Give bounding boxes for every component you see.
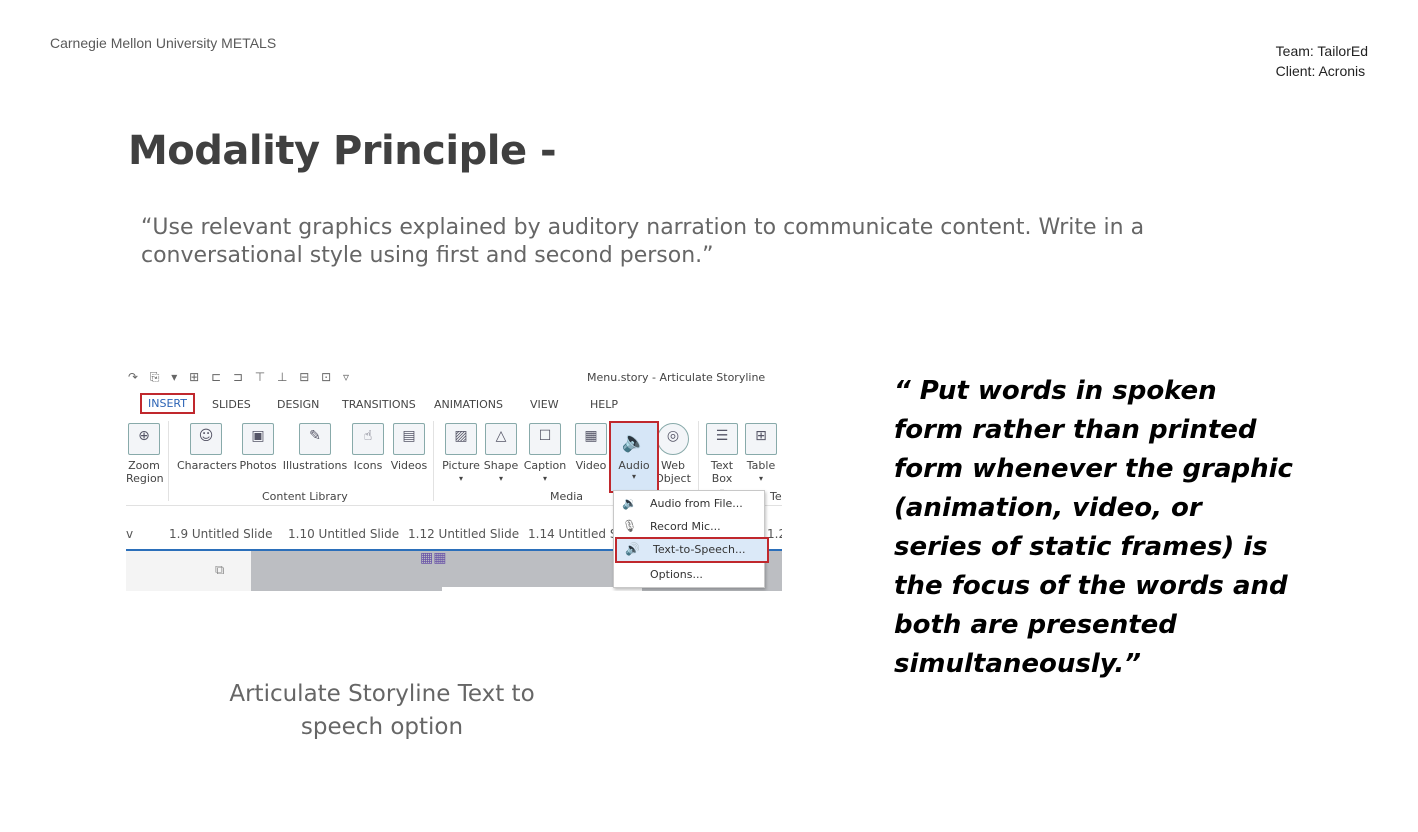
icons-button[interactable]: ☝ Icons (351, 423, 385, 472)
client-name: Client: Acronis (1275, 63, 1366, 79)
photos-button[interactable]: ▣ Photos (238, 423, 278, 472)
tab-help[interactable]: HELP (590, 398, 618, 411)
caption-dropdown-icon: ▾ (542, 474, 547, 483)
team-info: Team: TailorEd Client: Acronis (1276, 41, 1368, 81)
tab-transitions[interactable]: TRANSITIONS (342, 398, 416, 411)
text-to-speech-label: Text-to-Speech... (653, 543, 746, 556)
microphone-icon: 🎙 (622, 519, 638, 533)
tab-view[interactable]: VIEW (530, 398, 559, 411)
slide-tab[interactable]: 1.12 Untitled Slide (408, 527, 519, 541)
speaker-icon: 🔈 (621, 429, 647, 453)
quick-access-icons: ↷ ⎘ ▾ ⊞ ⊏ ⊐ ⊤ ⊥ ⊟ ⊡ ▿ (128, 370, 354, 384)
film-icon: ▦ (575, 423, 607, 455)
picture-label: Picture (442, 459, 480, 472)
shape-icon: △ (485, 423, 517, 455)
audio-from-file-label: Audio from File... (650, 497, 743, 510)
storyline-screenshot: ↷ ⎘ ▾ ⊞ ⊏ ⊐ ⊤ ⊥ ⊟ ⊡ ▿ Menu.story - Artic… (126, 367, 782, 591)
web-object-button[interactable]: ◎ Web Object (653, 423, 693, 485)
slide-tab[interactable]: 1.9 Untitled Slide (169, 527, 272, 541)
illustration-icon: ✎ (299, 423, 331, 455)
media-group-label: Media (550, 490, 584, 503)
caption-icon: ☐ (529, 423, 561, 455)
restore-icon[interactable]: ⧉ (215, 563, 224, 578)
zoom-region-button[interactable]: ⊕ Zoom Region (126, 423, 164, 485)
photos-label: Photos (239, 459, 277, 472)
principle-quote: “Use relevant graphics explained by audi… (141, 215, 1145, 268)
zoom-icon: ⊕ (128, 423, 160, 455)
record-mic-item[interactable]: 🎙 Record Mic... (614, 516, 764, 538)
table-dropdown-icon: ▾ (758, 474, 763, 483)
slide-tab[interactable]: 1.10 Untitled Slide (288, 527, 399, 541)
audio-from-file-item[interactable]: 🔉 Audio from File... (614, 493, 764, 515)
table-label: Table (746, 459, 776, 472)
picture-button[interactable]: ▨ Picture ▾ (441, 423, 481, 485)
text-box-icon: ☰ (706, 423, 738, 455)
characters-label: Characters (177, 459, 238, 472)
illustrations-button[interactable]: ✎ Illustrations (281, 423, 349, 472)
audio-dropdown-icon: ▾ (631, 472, 636, 481)
ribbon-tabs: INSERT SLIDES DESIGN TRANSITIONS ANIMATI… (126, 393, 782, 415)
characters-button[interactable]: ☺ Characters (177, 423, 238, 472)
screenshot-caption: Articulate Storyline Text to speech opti… (229, 681, 535, 740)
window-title: Menu.story - Articulate Storyline (587, 371, 766, 384)
text-box-button[interactable]: ☰ Text Box ▾ (704, 423, 740, 498)
videos-button[interactable]: ▤ Videos (389, 423, 429, 472)
ribbon-separator (168, 421, 169, 501)
table-icon: ⊞ (745, 423, 777, 455)
audio-button[interactable]: 🔈 Audio ▾ (609, 421, 659, 493)
options-item[interactable]: Options... (614, 564, 764, 586)
picture-dropdown-icon: ▾ (458, 474, 463, 483)
audio-label: Audio (618, 459, 650, 472)
video-label: Video (575, 459, 607, 472)
zoom-region-label: Zoom Region (126, 459, 164, 485)
slide-tab[interactable]: 1.14 Untitled S (528, 527, 617, 541)
content-library-label: Content Library (262, 490, 348, 503)
slide-tab[interactable]: v (126, 527, 133, 541)
team-name: Team: TailorEd (1275, 43, 1368, 59)
video-library-icon: ▤ (393, 423, 425, 455)
audio-menu: 🔉 Audio from File... 🎙 Record Mic... 🔊 T… (613, 490, 769, 588)
record-mic-label: Record Mic... (650, 520, 721, 533)
icons-label: Icons (353, 459, 383, 472)
slide-tab[interactable]: 1.2 (767, 527, 782, 541)
illustrations-label: Illustrations (282, 459, 348, 472)
videos-label: Videos (390, 459, 428, 472)
shape-label: Shape (483, 459, 519, 472)
options-label: Options... (650, 568, 703, 581)
canvas-edge (442, 587, 642, 591)
picture-icon: ▨ (445, 423, 477, 455)
tab-insert[interactable]: INSERT (140, 393, 195, 414)
panel-left (126, 551, 251, 591)
caption-button[interactable]: ☐ Caption ▾ (522, 423, 568, 485)
caption-label: Caption (523, 459, 567, 472)
ribbon-separator (698, 421, 699, 501)
text-box-label: Text Box (710, 459, 734, 485)
ribbon-separator (433, 421, 434, 501)
web-object-label: Web Object (655, 459, 691, 485)
quick-access-toolbar: ↷ ⎘ ▾ ⊞ ⊏ ⊐ ⊤ ⊥ ⊟ ⊡ ▿ Menu.story - Artic… (126, 367, 782, 389)
tab-design[interactable]: DESIGN (277, 398, 319, 411)
text-to-speech-icon: 🔊 (625, 542, 640, 556)
shape-button[interactable]: △ Shape ▾ (483, 423, 519, 485)
globe-icon: ◎ (657, 423, 689, 455)
text-to-speech-item[interactable]: 🔊 Text-to-Speech... (615, 537, 769, 563)
tab-slides[interactable]: SLIDES (212, 398, 251, 411)
table-button[interactable]: ⊞ Table ▾ (744, 423, 778, 485)
shape-dropdown-icon: ▾ (498, 474, 503, 483)
modality-quote: “ Put words in spoken form rather than p… (894, 376, 1293, 679)
character-icon: ☺ (190, 423, 222, 455)
org-name: Carnegie Mellon University METALS (50, 35, 277, 51)
text-group-label: Te (770, 490, 782, 503)
hand-icon: ☝ (352, 423, 384, 455)
audio-file-icon: 🔉 (622, 496, 637, 510)
photo-icon: ▣ (242, 423, 274, 455)
slide-title: Modality Principle - (128, 128, 557, 174)
grid-icon[interactable]: ▦▦ (420, 550, 446, 566)
video-button[interactable]: ▦ Video (574, 423, 608, 472)
tab-animations[interactable]: ANIMATIONS (434, 398, 503, 411)
